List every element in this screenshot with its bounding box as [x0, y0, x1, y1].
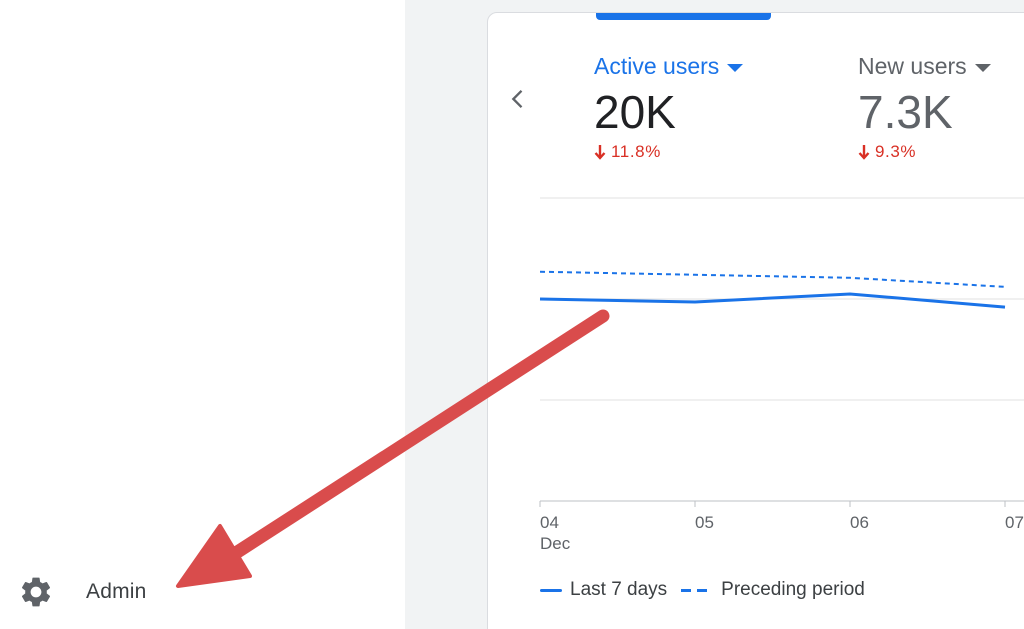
- x-tick-label: 04: [540, 513, 559, 532]
- x-tick-label: 06: [850, 513, 869, 532]
- series-line-preceding-period: [539, 270, 1006, 288]
- page: Admin Active users 20K 11.8% New users 7…: [0, 0, 1024, 629]
- line-chart: 04 Dec 05 06 07: [539, 197, 1024, 553]
- overview-card: Active users 20K 11.8% New users 7.3K 9.…: [487, 12, 1024, 629]
- legend-item-previous: Preceding period: [681, 579, 865, 601]
- chart-legend: Last 7 days Preceding period: [540, 579, 879, 601]
- legend-dashed-swatch: [681, 588, 714, 592]
- admin-label: Admin: [86, 580, 147, 603]
- x-tick-label: 05: [695, 513, 714, 532]
- series-line-last-7-days: [539, 292, 1006, 309]
- legend-solid-swatch: [540, 588, 562, 592]
- x-tick-sublabel: Dec: [540, 534, 571, 553]
- main-content: Active users 20K 11.8% New users 7.3K 9.…: [405, 0, 1024, 629]
- gear-icon: [18, 574, 54, 610]
- legend-item-current: Last 7 days: [540, 579, 667, 601]
- x-tick-label: 07: [1005, 513, 1024, 532]
- admin-nav-item[interactable]: Admin: [0, 560, 405, 624]
- sidebar: Admin: [0, 0, 405, 629]
- legend-label-current: Last 7 days: [570, 579, 668, 600]
- legend-label-previous: Preceding period: [721, 579, 865, 600]
